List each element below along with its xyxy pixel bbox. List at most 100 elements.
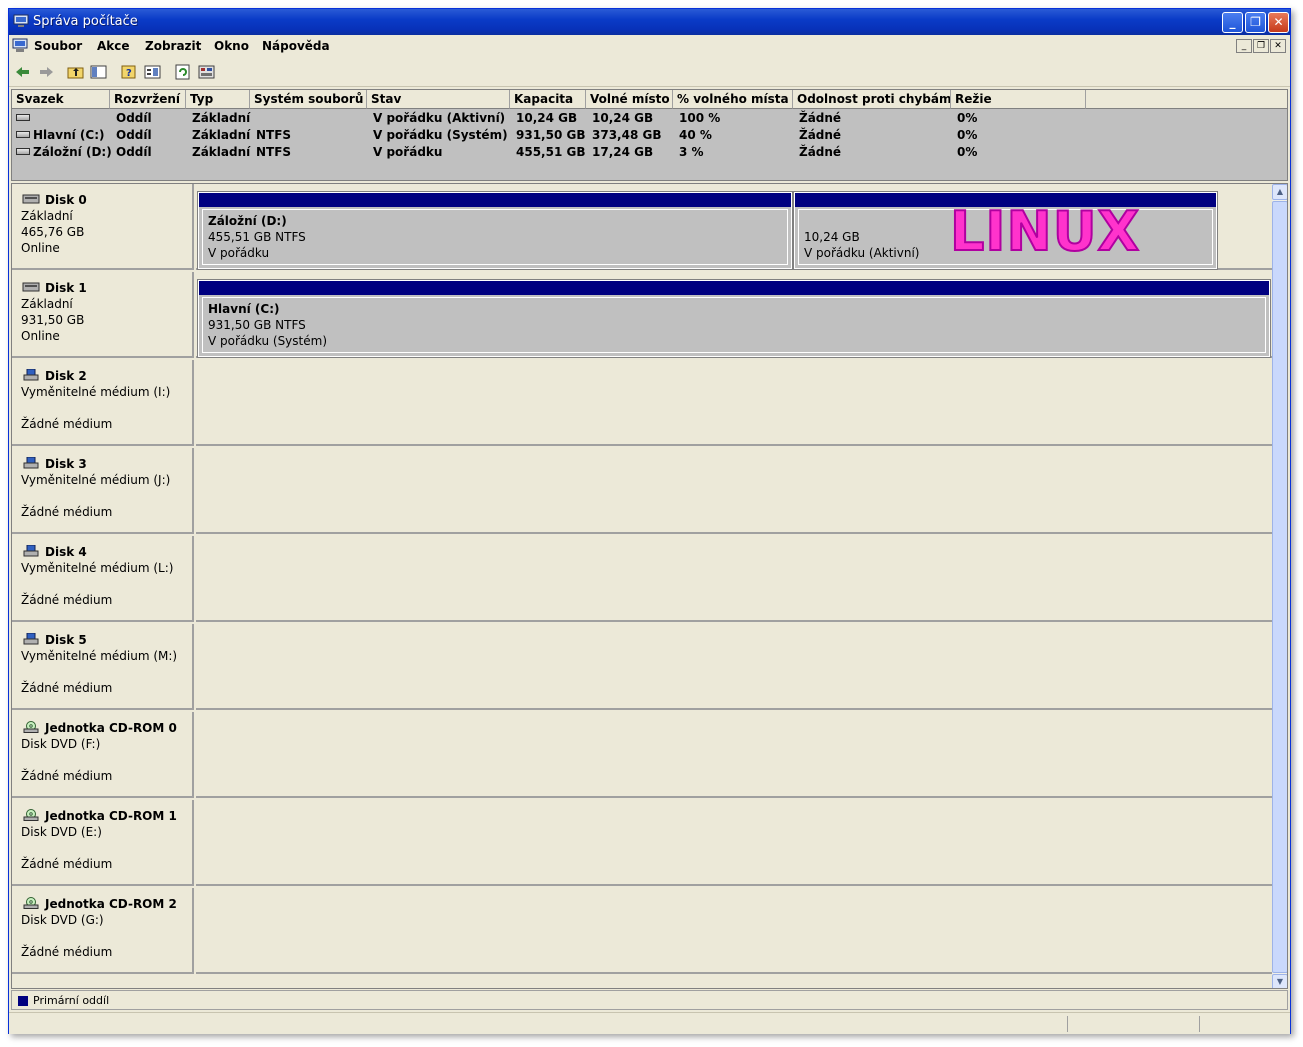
column-header-volume[interactable]: Svazek	[12, 90, 110, 109]
disk-size	[21, 400, 192, 416]
menu-akce[interactable]: Akce	[97, 39, 130, 53]
column-header-free-percent[interactable]: % volného místa	[673, 90, 793, 109]
disk-label-disk-0[interactable]: Disk 0 Základní 465,76 GB Online	[12, 184, 194, 270]
disk-name: Disk 3	[45, 457, 87, 471]
disk-label-disk-5[interactable]: Disk 5 Vyměnitelné médium (M:) Žádné méd…	[12, 624, 194, 710]
removable-disk-icon	[23, 633, 39, 645]
partition-title: Záložní (D:)	[208, 214, 287, 228]
partition-title: Hlavní (C:)	[208, 302, 280, 316]
table-row[interactable]: Hlavní (C:) Oddíl Základní NTFS V pořádk…	[12, 127, 1287, 144]
cell-overhead: 0%	[957, 128, 978, 142]
removable-disk-icon	[23, 369, 39, 381]
column-header-overhead[interactable]: Režie	[951, 90, 1086, 109]
disk-label-cd-rom-2[interactable]: Jednotka CD-ROM 2 Disk DVD (G:) Žádné mé…	[12, 888, 194, 974]
hard-disk-icon	[22, 194, 40, 204]
mdi-restore-button[interactable]: ❐	[1253, 39, 1269, 53]
disk-name: Disk 0	[45, 193, 87, 207]
column-header-fault-tolerance[interactable]: Odolnost proti chybám	[793, 90, 951, 109]
column-header-capacity[interactable]: Kapacita	[510, 90, 586, 109]
disk-status: Online	[21, 241, 60, 255]
disk-label-cd-rom-0[interactable]: Jednotka CD-ROM 0 Disk DVD (F:) Žádné mé…	[12, 712, 194, 798]
window-title: Správa počítače	[33, 14, 138, 29]
menu-soubor[interactable]: Soubor	[34, 39, 82, 53]
cell-fault-tolerance: Žádné	[799, 145, 842, 159]
table-row[interactable]: Záložní (D:) Oddíl Základní NTFS V pořád…	[12, 144, 1287, 161]
cell-free-space: 10,24 GB	[592, 111, 654, 125]
title-bar[interactable]: Správa počítače _ ❐ ✕	[9, 9, 1290, 35]
forward-arrow-icon[interactable]	[37, 64, 55, 80]
refresh-icon[interactable]	[174, 64, 192, 80]
back-arrow-icon[interactable]	[14, 64, 32, 80]
scroll-down-button[interactable]: ▼	[1272, 974, 1287, 988]
disk-body-disk-1: Hlavní (C:) 931,50 GB NTFS V pořádku (Sy…	[196, 272, 1272, 358]
cell-free-space: 373,48 GB	[592, 128, 662, 142]
disk-status: Žádné médium	[21, 681, 113, 695]
chevron-down-icon: ▼	[1276, 977, 1284, 986]
disk-body-disk-5	[196, 624, 1272, 710]
disk-name: Jednotka CD-ROM 1	[45, 809, 177, 823]
cd-rom-icon	[23, 809, 39, 821]
restore-button[interactable]: ❐	[1245, 12, 1266, 33]
mdi-document-icon[interactable]	[12, 38, 28, 53]
help-icon[interactable]: ?	[120, 64, 138, 80]
cell-free-percent: 3 %	[679, 145, 704, 159]
restore-icon: ❐	[1250, 15, 1261, 29]
mdi-minimize-button[interactable]: _	[1236, 39, 1252, 53]
cell-capacity: 455,51 GB	[516, 145, 586, 159]
scrollbar-thumb[interactable]	[1272, 201, 1287, 973]
cell-overhead: 0%	[957, 111, 978, 125]
disk-label-disk-4[interactable]: Disk 4 Vyměnitelné médium (L:) Žádné méd…	[12, 536, 194, 622]
disk-row-disk-1: Disk 1 Základní 931,50 GB Online Hlavní …	[12, 272, 1272, 360]
menu-okno[interactable]: Okno	[214, 39, 249, 53]
disk-status: Žádné médium	[21, 857, 113, 871]
column-header-type[interactable]: Typ	[186, 90, 250, 109]
menu-napoveda[interactable]: Nápověda	[262, 39, 330, 53]
disk-status: Žádné médium	[21, 593, 113, 607]
table-row[interactable]: Oddíl Základní V pořádku (Aktivní) 10,24…	[12, 110, 1287, 127]
legend-bar: Primární oddíl	[11, 990, 1288, 1010]
properties-icon[interactable]	[144, 64, 162, 80]
cell-status: V pořádku	[373, 145, 443, 159]
column-header-free-space[interactable]: Volné místo	[586, 90, 673, 109]
close-button[interactable]: ✕	[1268, 12, 1289, 33]
disk-row-disk-3: Disk 3 Vyměnitelné médium (J:) Žádné méd…	[12, 448, 1272, 536]
disk-status: Žádné médium	[21, 505, 113, 519]
removable-disk-icon	[23, 545, 39, 557]
menu-zobrazit[interactable]: Zobrazit	[145, 39, 201, 53]
primary-partition-bar	[199, 193, 791, 207]
volume-icon	[16, 131, 30, 138]
disk-status: Online	[21, 329, 60, 343]
column-header-status[interactable]: Stav	[367, 90, 510, 109]
cell-layout: Oddíl	[116, 145, 152, 159]
vertical-scrollbar[interactable]: ▲ ▼	[1272, 184, 1287, 988]
disk-size	[21, 928, 192, 944]
disk-type: Vyměnitelné médium (L:)	[21, 561, 174, 575]
cd-rom-icon	[23, 897, 39, 909]
mdi-close-button[interactable]: ✕	[1270, 39, 1286, 53]
svg-text:?: ?	[126, 68, 132, 79]
disk-settings-icon[interactable]	[198, 64, 216, 80]
column-header-layout[interactable]: Rozvržení	[110, 90, 186, 109]
disk-size	[21, 488, 192, 504]
disk-status: Žádné médium	[21, 417, 113, 431]
partition-hlavni-c[interactable]: Hlavní (C:) 931,50 GB NTFS V pořádku (Sy…	[197, 279, 1271, 358]
column-header-filesystem[interactable]: Systém souborů	[250, 90, 367, 109]
disk-label-disk-2[interactable]: Disk 2 Vyměnitelné médium (I:) Žádné méd…	[12, 360, 194, 446]
scroll-up-button[interactable]: ▲	[1272, 184, 1287, 200]
cell-type: Základní	[192, 111, 251, 125]
disk-name: Disk 1	[45, 281, 87, 295]
up-folder-icon[interactable]	[67, 64, 85, 80]
cell-fault-tolerance: Žádné	[799, 128, 842, 142]
show-hide-tree-icon[interactable]	[90, 64, 108, 80]
minimize-button[interactable]: _	[1222, 12, 1243, 33]
disk-type: Disk DVD (G:)	[21, 913, 104, 927]
status-pane	[1067, 1016, 1068, 1032]
disk-label-cd-rom-1[interactable]: Jednotka CD-ROM 1 Disk DVD (E:) Žádné mé…	[12, 800, 194, 886]
partition-size: 931,50 GB NTFS	[208, 318, 306, 332]
disk-body-cd-rom-2	[196, 888, 1272, 974]
disk-name: Disk 4	[45, 545, 87, 559]
disk-label-disk-3[interactable]: Disk 3 Vyměnitelné médium (J:) Žádné méd…	[12, 448, 194, 534]
disk-row-cd-rom-2: Jednotka CD-ROM 2 Disk DVD (G:) Žádné mé…	[12, 888, 1272, 976]
disk-label-disk-1[interactable]: Disk 1 Základní 931,50 GB Online	[12, 272, 194, 358]
partition-zalozni-d[interactable]: Záložní (D:) 455,51 GB NTFS V pořádku	[197, 191, 793, 270]
